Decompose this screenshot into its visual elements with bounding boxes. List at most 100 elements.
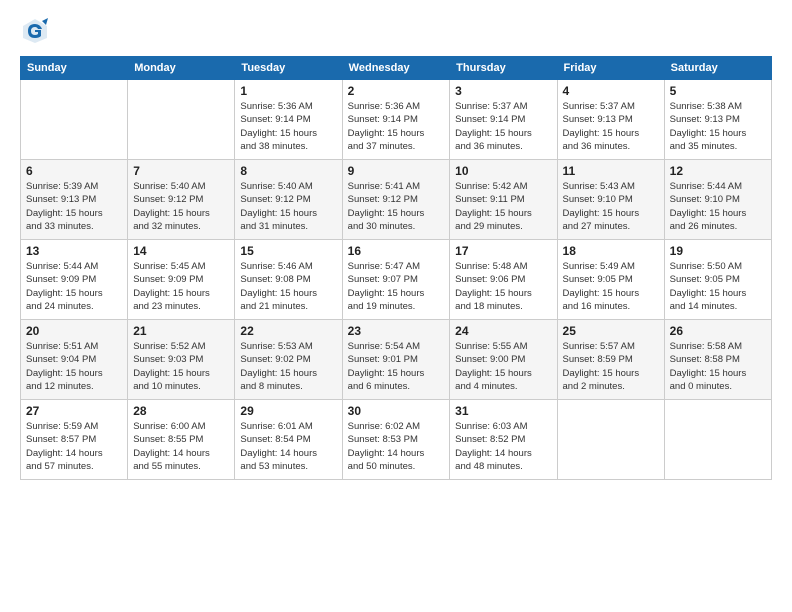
- day-number: 14: [133, 244, 229, 258]
- calendar-cell: 27 Sunrise: 5:59 AM Sunset: 8:57 PM Dayli…: [21, 400, 128, 480]
- day-info: Sunrise: 6:00 AM Sunset: 8:55 PM Dayligh…: [133, 420, 229, 473]
- day-number: 26: [670, 324, 766, 338]
- day-number: 3: [455, 84, 551, 98]
- calendar-week-4: 20 Sunrise: 5:51 AM Sunset: 9:04 PM Dayli…: [21, 320, 772, 400]
- calendar-week-2: 6 Sunrise: 5:39 AM Sunset: 9:13 PM Daylig…: [21, 160, 772, 240]
- calendar-cell: 26 Sunrise: 5:58 AM Sunset: 8:58 PM Dayli…: [664, 320, 771, 400]
- day-number: 18: [563, 244, 659, 258]
- day-number: 29: [240, 404, 336, 418]
- calendar-cell: 6 Sunrise: 5:39 AM Sunset: 9:13 PM Daylig…: [21, 160, 128, 240]
- day-number: 24: [455, 324, 551, 338]
- calendar-cell: 1 Sunrise: 5:36 AM Sunset: 9:14 PM Daylig…: [235, 80, 342, 160]
- calendar-cell: [664, 400, 771, 480]
- day-info: Sunrise: 5:59 AM Sunset: 8:57 PM Dayligh…: [26, 420, 122, 473]
- day-number: 20: [26, 324, 122, 338]
- calendar-cell: 16 Sunrise: 5:47 AM Sunset: 9:07 PM Dayli…: [342, 240, 450, 320]
- calendar-cell: 30 Sunrise: 6:02 AM Sunset: 8:53 PM Dayli…: [342, 400, 450, 480]
- day-info: Sunrise: 5:46 AM Sunset: 9:08 PM Dayligh…: [240, 260, 336, 313]
- day-info: Sunrise: 6:01 AM Sunset: 8:54 PM Dayligh…: [240, 420, 336, 473]
- day-number: 8: [240, 164, 336, 178]
- day-info: Sunrise: 5:55 AM Sunset: 9:00 PM Dayligh…: [455, 340, 551, 393]
- calendar-cell: 8 Sunrise: 5:40 AM Sunset: 9:12 PM Daylig…: [235, 160, 342, 240]
- day-number: 23: [348, 324, 445, 338]
- calendar-cell: [128, 80, 235, 160]
- calendar-cell: 25 Sunrise: 5:57 AM Sunset: 8:59 PM Dayli…: [557, 320, 664, 400]
- day-number: 25: [563, 324, 659, 338]
- day-header-sunday: Sunday: [21, 57, 128, 80]
- calendar-cell: 22 Sunrise: 5:53 AM Sunset: 9:02 PM Dayli…: [235, 320, 342, 400]
- day-info: Sunrise: 5:41 AM Sunset: 9:12 PM Dayligh…: [348, 180, 445, 233]
- day-info: Sunrise: 5:58 AM Sunset: 8:58 PM Dayligh…: [670, 340, 766, 393]
- day-info: Sunrise: 6:03 AM Sunset: 8:52 PM Dayligh…: [455, 420, 551, 473]
- calendar-cell: 14 Sunrise: 5:45 AM Sunset: 9:09 PM Dayli…: [128, 240, 235, 320]
- day-number: 21: [133, 324, 229, 338]
- day-info: Sunrise: 5:40 AM Sunset: 9:12 PM Dayligh…: [133, 180, 229, 233]
- day-info: Sunrise: 5:37 AM Sunset: 9:13 PM Dayligh…: [563, 100, 659, 153]
- header: [20, 16, 772, 46]
- calendar-cell: 29 Sunrise: 6:01 AM Sunset: 8:54 PM Dayli…: [235, 400, 342, 480]
- day-number: 13: [26, 244, 122, 258]
- day-number: 19: [670, 244, 766, 258]
- day-info: Sunrise: 5:53 AM Sunset: 9:02 PM Dayligh…: [240, 340, 336, 393]
- logo: [20, 16, 52, 46]
- day-info: Sunrise: 5:48 AM Sunset: 9:06 PM Dayligh…: [455, 260, 551, 313]
- day-number: 27: [26, 404, 122, 418]
- calendar-cell: 2Sunrise: 5:36 AM Sunset: 9:14 PM Daylig…: [342, 80, 450, 160]
- page: SundayMondayTuesdayWednesdayThursdayFrid…: [0, 0, 792, 612]
- day-number: 28: [133, 404, 229, 418]
- day-header-friday: Friday: [557, 57, 664, 80]
- day-number: 17: [455, 244, 551, 258]
- calendar-cell: 21 Sunrise: 5:52 AM Sunset: 9:03 PM Dayli…: [128, 320, 235, 400]
- day-number: 5: [670, 84, 766, 98]
- day-header-wednesday: Wednesday: [342, 57, 450, 80]
- day-info: Sunrise: 5:44 AM Sunset: 9:09 PM Dayligh…: [26, 260, 122, 313]
- calendar-header-row: SundayMondayTuesdayWednesdayThursdayFrid…: [21, 57, 772, 80]
- day-number: 10: [455, 164, 551, 178]
- calendar-week-3: 13 Sunrise: 5:44 AM Sunset: 9:09 PM Dayli…: [21, 240, 772, 320]
- calendar-cell: 15 Sunrise: 5:46 AM Sunset: 9:08 PM Dayli…: [235, 240, 342, 320]
- day-header-saturday: Saturday: [664, 57, 771, 80]
- calendar-cell: 9 Sunrise: 5:41 AM Sunset: 9:12 PM Daylig…: [342, 160, 450, 240]
- day-number: 9: [348, 164, 445, 178]
- day-info: Sunrise: 5:57 AM Sunset: 8:59 PM Dayligh…: [563, 340, 659, 393]
- logo-icon: [20, 16, 50, 46]
- day-number: 31: [455, 404, 551, 418]
- day-info: Sunrise: 5:45 AM Sunset: 9:09 PM Dayligh…: [133, 260, 229, 313]
- day-info: Sunrise: 5:51 AM Sunset: 9:04 PM Dayligh…: [26, 340, 122, 393]
- day-info: Sunrise: 5:47 AM Sunset: 9:07 PM Dayligh…: [348, 260, 445, 313]
- day-header-tuesday: Tuesday: [235, 57, 342, 80]
- calendar-cell: 10 Sunrise: 5:42 AM Sunset: 9:11 PM Dayli…: [450, 160, 557, 240]
- day-info: Sunrise: 5:37 AM Sunset: 9:14 PM Dayligh…: [455, 100, 551, 153]
- day-info: Sunrise: 5:36 AM Sunset: 9:14 PM Dayligh…: [348, 100, 445, 153]
- day-number: 15: [240, 244, 336, 258]
- calendar-week-1: 1 Sunrise: 5:36 AM Sunset: 9:14 PM Daylig…: [21, 80, 772, 160]
- day-number: 1: [240, 84, 336, 98]
- day-number: 16: [348, 244, 445, 258]
- calendar-cell: [21, 80, 128, 160]
- calendar-cell: 24 Sunrise: 5:55 AM Sunset: 9:00 PM Dayli…: [450, 320, 557, 400]
- day-info: Sunrise: 5:38 AM Sunset: 9:13 PM Dayligh…: [670, 100, 766, 153]
- calendar-cell: 23 Sunrise: 5:54 AM Sunset: 9:01 PM Dayli…: [342, 320, 450, 400]
- calendar-cell: 17 Sunrise: 5:48 AM Sunset: 9:06 PM Dayli…: [450, 240, 557, 320]
- day-info: Sunrise: 5:50 AM Sunset: 9:05 PM Dayligh…: [670, 260, 766, 313]
- calendar-cell: 12 Sunrise: 5:44 AM Sunset: 9:10 PM Dayli…: [664, 160, 771, 240]
- calendar-cell: 13 Sunrise: 5:44 AM Sunset: 9:09 PM Dayli…: [21, 240, 128, 320]
- day-number: 22: [240, 324, 336, 338]
- calendar-cell: 7Sunrise: 5:40 AM Sunset: 9:12 PM Daylig…: [128, 160, 235, 240]
- day-info: Sunrise: 5:40 AM Sunset: 9:12 PM Dayligh…: [240, 180, 336, 233]
- day-info: Sunrise: 5:54 AM Sunset: 9:01 PM Dayligh…: [348, 340, 445, 393]
- day-info: Sunrise: 6:02 AM Sunset: 8:53 PM Dayligh…: [348, 420, 445, 473]
- calendar-cell: 11Sunrise: 5:43 AM Sunset: 9:10 PM Dayli…: [557, 160, 664, 240]
- day-info: Sunrise: 5:39 AM Sunset: 9:13 PM Dayligh…: [26, 180, 122, 233]
- day-number: 6: [26, 164, 122, 178]
- calendar-cell: 3 Sunrise: 5:37 AM Sunset: 9:14 PM Daylig…: [450, 80, 557, 160]
- calendar-cell: 20 Sunrise: 5:51 AM Sunset: 9:04 PM Dayli…: [21, 320, 128, 400]
- day-number: 12: [670, 164, 766, 178]
- day-info: Sunrise: 5:44 AM Sunset: 9:10 PM Dayligh…: [670, 180, 766, 233]
- day-info: Sunrise: 5:42 AM Sunset: 9:11 PM Dayligh…: [455, 180, 551, 233]
- day-header-thursday: Thursday: [450, 57, 557, 80]
- day-number: 30: [348, 404, 445, 418]
- day-info: Sunrise: 5:36 AM Sunset: 9:14 PM Dayligh…: [240, 100, 336, 153]
- day-info: Sunrise: 5:52 AM Sunset: 9:03 PM Dayligh…: [133, 340, 229, 393]
- calendar-cell: 31 Sunrise: 6:03 AM Sunset: 8:52 PM Dayli…: [450, 400, 557, 480]
